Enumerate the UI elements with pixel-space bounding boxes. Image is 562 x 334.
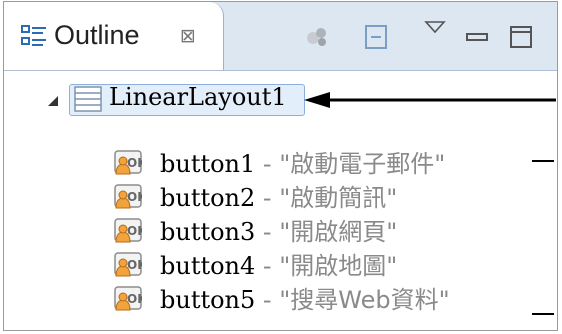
item-text: "啟動電子郵件"	[279, 150, 446, 178]
item-id: button1	[160, 150, 256, 178]
item-separator: -	[255, 286, 280, 314]
item-id: button2	[160, 184, 256, 212]
ok-button-icon: OK	[114, 218, 142, 243]
item-separator: -	[255, 150, 280, 178]
ok-button-icon: OK	[114, 252, 142, 277]
tree-item-label: button2 - "啟動簡訊"	[160, 178, 397, 213]
expand-arrow-icon[interactable]	[46, 94, 60, 108]
tree-item-label: button5 - "搜尋Web資料"	[160, 280, 450, 315]
item-id: button3	[160, 218, 256, 246]
view-menu-icon[interactable]	[420, 16, 450, 46]
outline-icon	[21, 25, 46, 46]
outline-tab[interactable]: Outline ⊠	[4, 2, 224, 70]
annotation-line	[532, 160, 554, 162]
tree-root-label: LinearLayout1	[109, 83, 287, 111]
ok-button-icon: OK	[114, 184, 142, 209]
item-separator: -	[255, 184, 280, 212]
item-text: "開啟地圖"	[279, 252, 398, 280]
item-text: "啟動簡訊"	[279, 184, 398, 212]
ok-button-icon: OK	[114, 150, 142, 175]
annotation-line	[532, 313, 554, 315]
item-id: button4	[160, 252, 256, 280]
item-separator: -	[255, 218, 280, 246]
annotation-arrow	[304, 92, 556, 108]
minimize-icon[interactable]	[462, 22, 492, 52]
ok-button-icon: OK	[114, 286, 142, 311]
item-id: button5	[160, 286, 256, 314]
tree-item-label: button1 - "啟動電子郵件"	[160, 144, 445, 179]
item-text: "開啟網頁"	[279, 218, 398, 246]
collapse-all-icon[interactable]	[362, 22, 392, 52]
item-text: "搜尋Web資料"	[279, 286, 450, 314]
item-separator: -	[255, 252, 280, 280]
close-icon[interactable]: ⊠	[180, 25, 202, 47]
tab-title: Outline	[54, 20, 140, 50]
refresh-icon[interactable]	[302, 22, 332, 52]
tree-item-label: button4 - "開啟地圖"	[160, 246, 397, 281]
view-tab-bar: Outline ⊠	[4, 2, 557, 71]
linear-layout-icon	[74, 86, 102, 112]
maximize-icon[interactable]	[506, 22, 536, 52]
tree-item-label: button3 - "開啟網頁"	[160, 212, 397, 247]
